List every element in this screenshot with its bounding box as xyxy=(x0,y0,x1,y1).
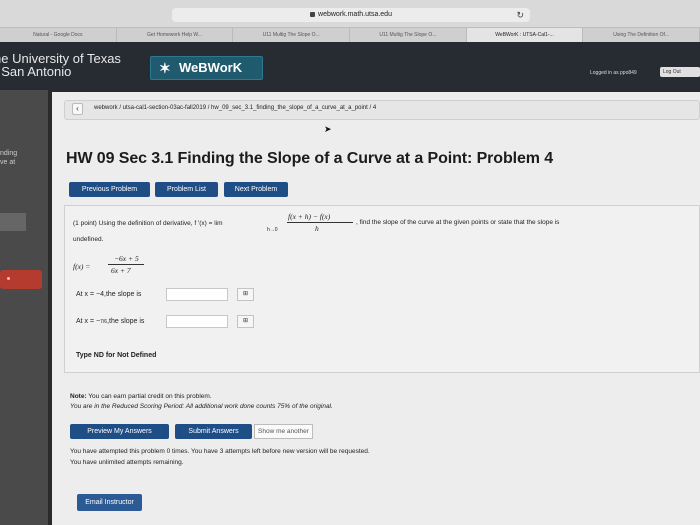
browser-chrome: webwork.math.utsa.edu ↻ Natural - Google… xyxy=(0,0,700,42)
logout-button[interactable]: Log Out xyxy=(660,67,700,77)
browser-tab[interactable]: Get Homework Help W... xyxy=(117,28,234,42)
definition-denominator: h xyxy=(315,224,319,233)
matrix-entry-icon[interactable]: ⊞ xyxy=(237,315,254,328)
webwork-logo[interactable]: ✶ WeBWorK xyxy=(150,56,263,80)
fraction-bar xyxy=(108,264,144,265)
submit-answers-button[interactable]: Submit Answers xyxy=(175,424,252,439)
sidebar-status-badge[interactable] xyxy=(0,270,42,289)
function-numerator: −6x + 5 xyxy=(114,254,139,263)
attempts-remaining: You have unlimited attempts remaining. xyxy=(70,459,184,466)
previous-problem-button[interactable]: Previous Problem xyxy=(69,182,150,197)
matrix-entry-icon[interactable]: ⊞ xyxy=(237,288,254,301)
reload-icon[interactable]: ↻ xyxy=(516,9,524,21)
browser-tab[interactable]: U11 Multig The Slope O... xyxy=(350,28,467,42)
browser-tab[interactable]: Using The Definition Of... xyxy=(583,28,700,42)
problem-list-button[interactable]: Problem List xyxy=(155,182,218,197)
problem-undefined-text: undefined. xyxy=(73,236,104,243)
breadcrumb-path[interactable]: webwork / utsa-cal1-section-03ac-fall201… xyxy=(94,105,376,111)
preview-answers-button[interactable]: Preview My Answers xyxy=(70,424,169,439)
problem-instructions: , find the slope of the curve at the giv… xyxy=(356,219,560,226)
browser-tab-active[interactable]: WeBWorK : UTSA-Cal1-... xyxy=(466,28,584,42)
email-instructor-button[interactable]: Email Instructor xyxy=(77,494,142,511)
partial-credit-note: Note: You can earn partial credit on thi… xyxy=(70,393,212,400)
problem-panel xyxy=(64,205,700,373)
reduced-scoring-note: You are in the Reduced Scoring Period: A… xyxy=(70,403,333,410)
definition-numerator: f(x + h) − f(x) xyxy=(288,212,331,221)
fraction-bar xyxy=(287,222,353,223)
function-label: f(x) = xyxy=(73,262,91,271)
sidebar-text: nding xyxy=(0,150,18,157)
page-title: HW 09 Sec 3.1 Finding the Slope of a Cur… xyxy=(66,150,554,167)
lock-icon xyxy=(310,11,316,17)
university-name: he University of Texas t San Antonio xyxy=(0,51,121,79)
url-text: webwork.math.utsa.edu xyxy=(318,11,392,18)
browser-tab[interactable]: Natural - Google Docs xyxy=(0,28,117,42)
logged-in-status: Logged in as ppo849 xyxy=(590,70,637,76)
star-icon: ✶ xyxy=(159,60,171,76)
answer-input-2[interactable] xyxy=(166,315,228,328)
limit-subscript: h→0 xyxy=(267,227,278,233)
back-chevron-icon[interactable]: ‹ xyxy=(72,103,83,115)
sidebar-item[interactable] xyxy=(0,213,26,231)
show-another-button[interactable]: Show me another xyxy=(254,424,313,439)
address-bar[interactable]: webwork.math.utsa.edu ↻ xyxy=(172,8,530,22)
attempts-status: You have attempted this problem 0 times.… xyxy=(70,448,370,455)
next-problem-button[interactable]: Next Problem xyxy=(224,182,288,197)
answer-input-1[interactable] xyxy=(166,288,228,301)
problem-intro: (1 point) Using the definition of deriva… xyxy=(73,220,223,227)
not-defined-hint: Type ND for Not Defined xyxy=(76,352,157,359)
sidebar-text: ve at xyxy=(0,159,16,166)
mouse-cursor-icon: ➤ xyxy=(324,124,332,134)
brand-label: WeBWorK xyxy=(179,60,243,75)
browser-tab[interactable]: U11 Multig The Slope O... xyxy=(233,28,351,42)
question-1-label: At x = −4,the slope is xyxy=(76,291,142,298)
question-2-label: At x = −7/6,the slope is xyxy=(76,318,145,325)
function-denominator: 6x + 7 xyxy=(111,266,131,275)
tab-strip: Natural - Google Docs Get Homework Help … xyxy=(0,27,700,42)
